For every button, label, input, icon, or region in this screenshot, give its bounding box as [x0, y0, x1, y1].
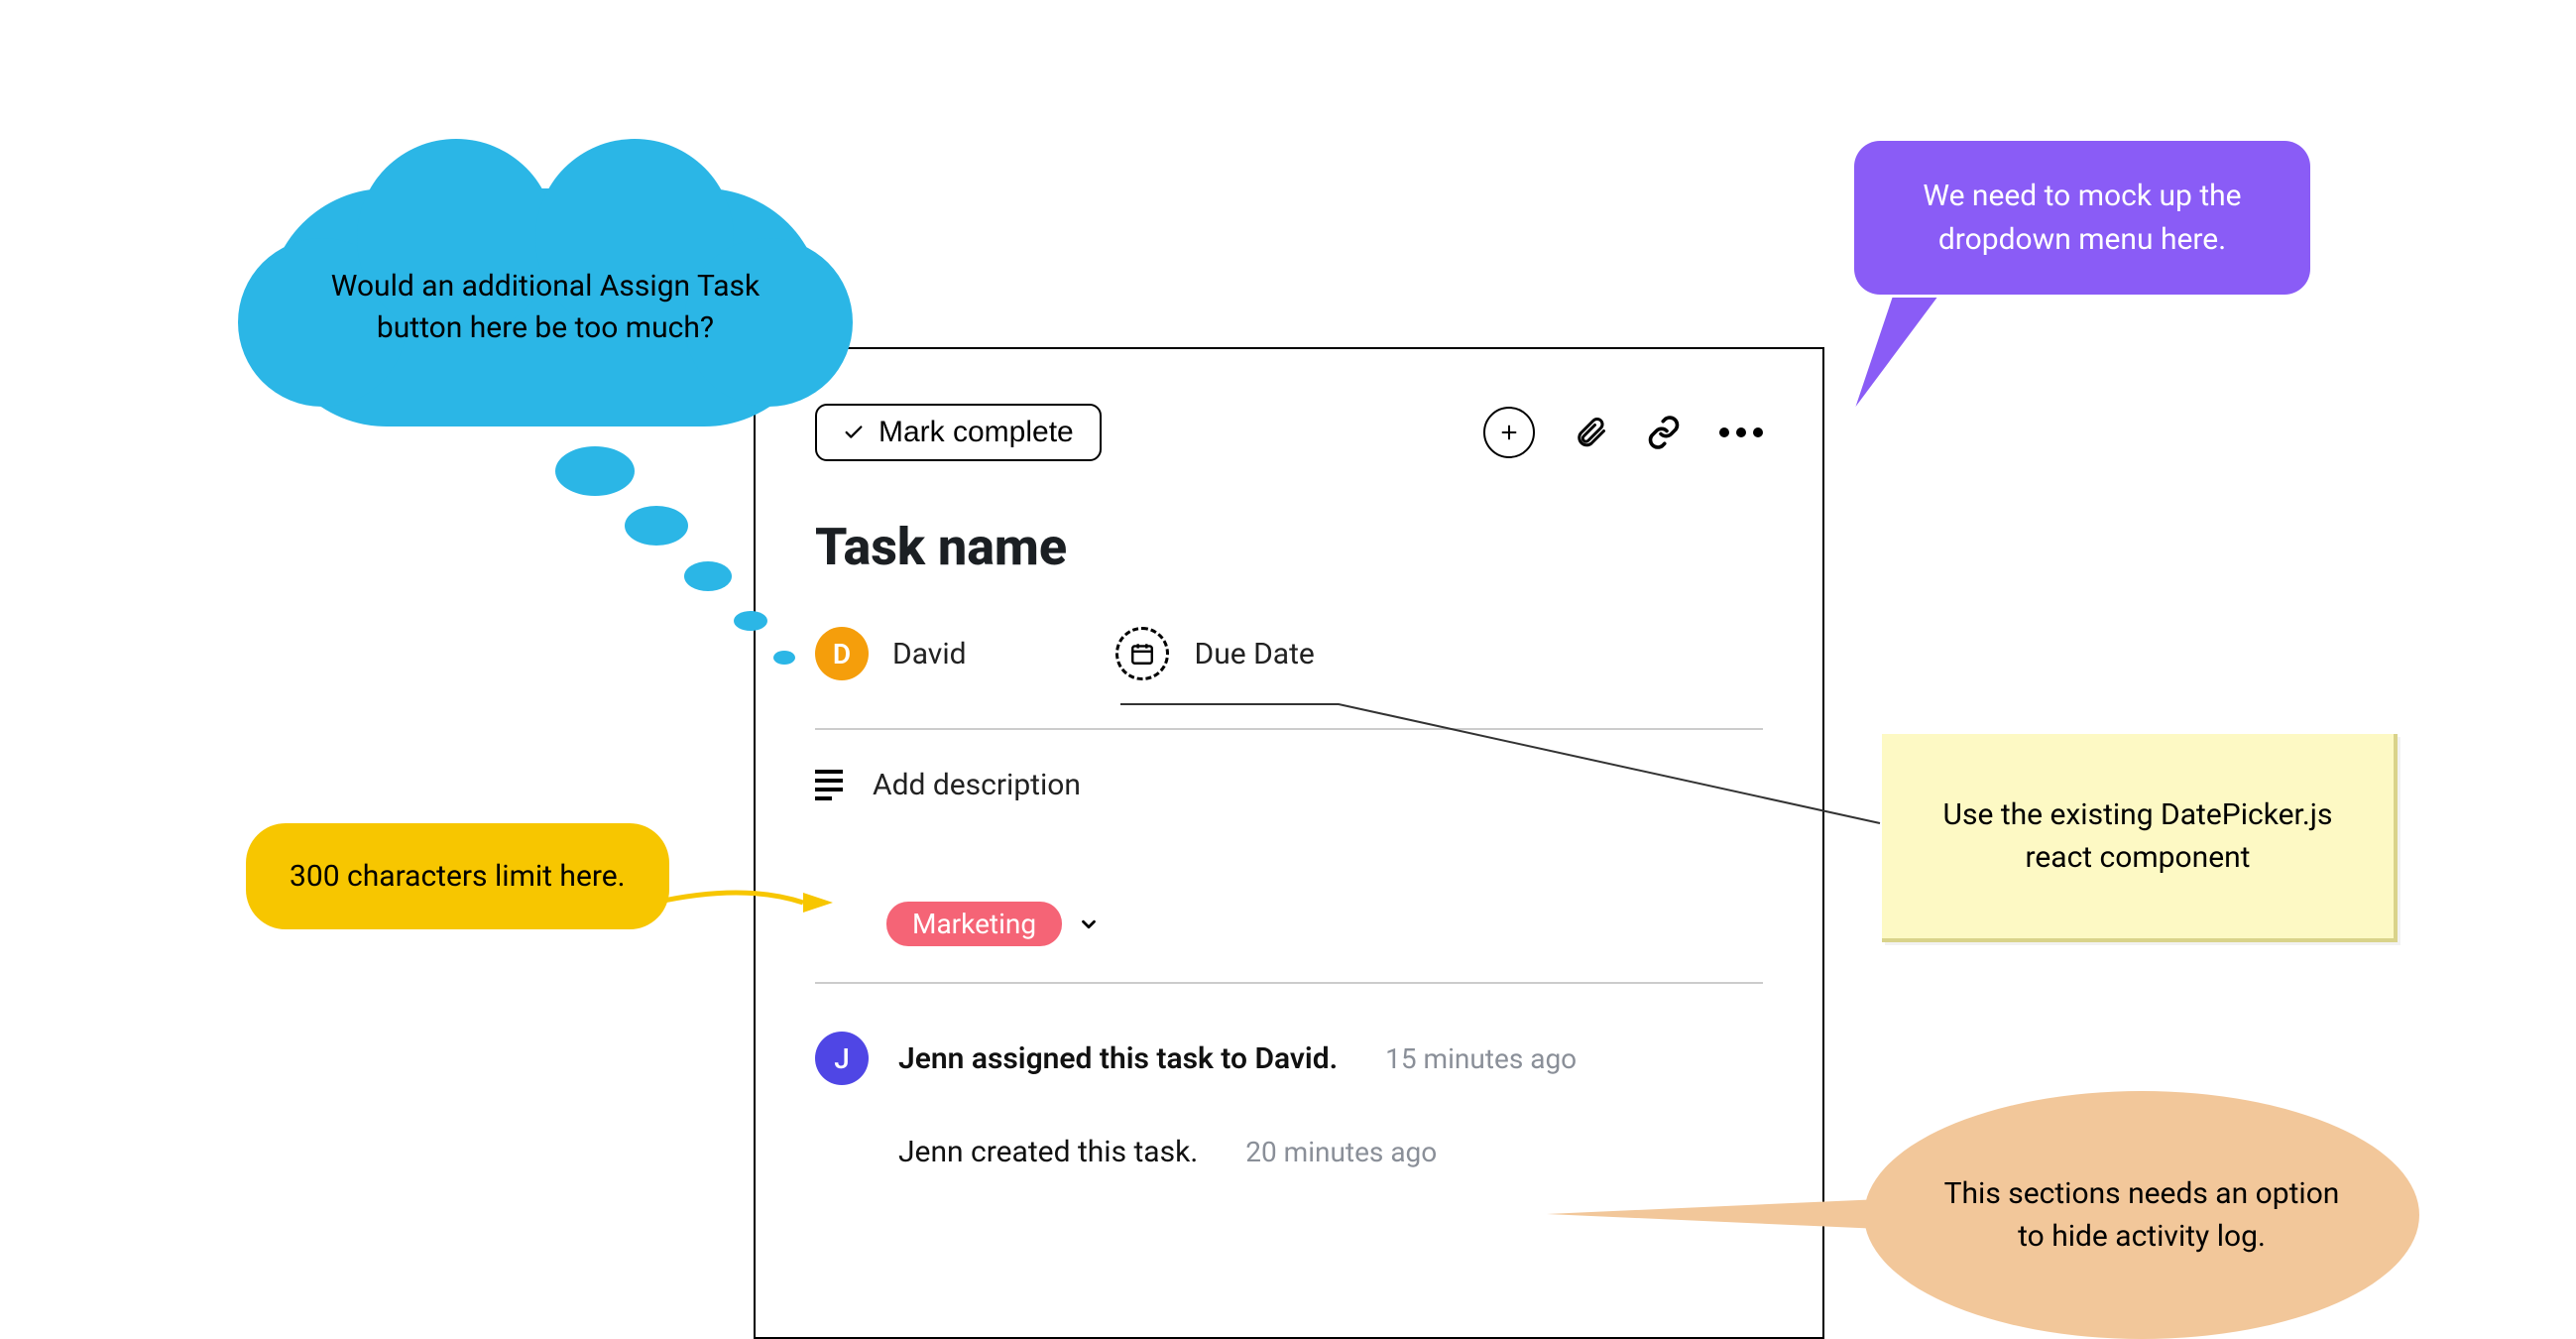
annotation-thought-cloud: Would an additional Assign Task button h…	[268, 188, 902, 426]
activity-time: 15 minutes ago	[1385, 1042, 1577, 1075]
more-actions-button[interactable]	[1719, 427, 1763, 437]
tag-pill[interactable]: Marketing	[886, 902, 1062, 946]
sticky-note-text: Use the existing DatePicker.js react com…	[1916, 793, 2360, 880]
calendar-icon	[1129, 641, 1155, 667]
activity-text: Jenn assigned this task to David.	[898, 1041, 1338, 1076]
annotation-sticky-note: Use the existing DatePicker.js react com…	[1882, 734, 2398, 942]
assignee-avatar: D	[815, 627, 869, 680]
annotation-connector	[1120, 694, 1914, 893]
annotation-ellipse-callout: This sections needs an option to hide ac…	[1547, 1091, 2439, 1339]
copy-link-button[interactable]	[1646, 415, 1682, 450]
attach-button[interactable]	[1573, 415, 1608, 450]
due-date-circle	[1115, 627, 1169, 680]
thought-tail-bubble	[734, 611, 767, 631]
dot-icon	[1719, 427, 1729, 437]
ellipse-callout-tail	[1547, 1198, 1904, 1230]
ellipse-callout-text: This sections needs an option to hide ac…	[1933, 1172, 2350, 1259]
annotation-arrow	[654, 873, 833, 932]
divider	[815, 982, 1763, 984]
activity-text: Jenn created this task.	[898, 1135, 1198, 1169]
due-date-label: Due Date	[1195, 637, 1315, 671]
annotation-speech-bubble: We need to mock up the dropdown menu her…	[1854, 141, 2310, 295]
meta-row: D David Due Date	[815, 627, 1763, 680]
task-title[interactable]: Task name	[815, 517, 1763, 577]
speech-bubble-text: We need to mock up the dropdown menu her…	[1923, 179, 2241, 257]
thought-tail-bubble	[555, 446, 635, 496]
activity-row: J Jenn assigned this task to David. 15 m…	[815, 1032, 1763, 1085]
annotation-yellow-note: 300 characters limit here.	[246, 823, 669, 929]
card-toolbar: Mark complete	[815, 404, 1763, 461]
plus-icon	[1498, 422, 1520, 443]
thought-tail-bubble	[684, 561, 732, 591]
description-icon	[815, 770, 843, 800]
ellipse-callout-body: This sections needs an option to hide ac…	[1864, 1091, 2419, 1339]
dot-icon	[1753, 427, 1763, 437]
card-actions	[1483, 407, 1763, 458]
assignee-field[interactable]: D David	[815, 627, 967, 680]
due-date-field[interactable]: Due Date	[1115, 627, 1315, 680]
assignee-name: David	[892, 637, 967, 671]
mark-complete-label: Mark complete	[878, 416, 1074, 449]
yellow-note-text: 300 characters limit here.	[290, 859, 626, 894]
link-icon	[1646, 415, 1682, 450]
activity-avatar: J	[815, 1032, 869, 1085]
thought-cloud-body: Would an additional Assign Task button h…	[268, 188, 823, 426]
thought-tail-bubble	[773, 651, 795, 665]
chevron-down-icon[interactable]	[1078, 913, 1100, 935]
thought-cloud-text: Would an additional Assign Task button h…	[327, 266, 763, 349]
thought-tail-bubble	[625, 506, 688, 546]
speech-bubble-tail	[1815, 298, 1936, 407]
paperclip-icon	[1573, 415, 1608, 450]
dot-icon	[1736, 427, 1746, 437]
tag-row: Marketing	[886, 902, 1763, 946]
add-subtask-button[interactable]	[1483, 407, 1535, 458]
activity-time: 20 minutes ago	[1245, 1136, 1437, 1168]
description-placeholder: Add description	[873, 768, 1081, 802]
